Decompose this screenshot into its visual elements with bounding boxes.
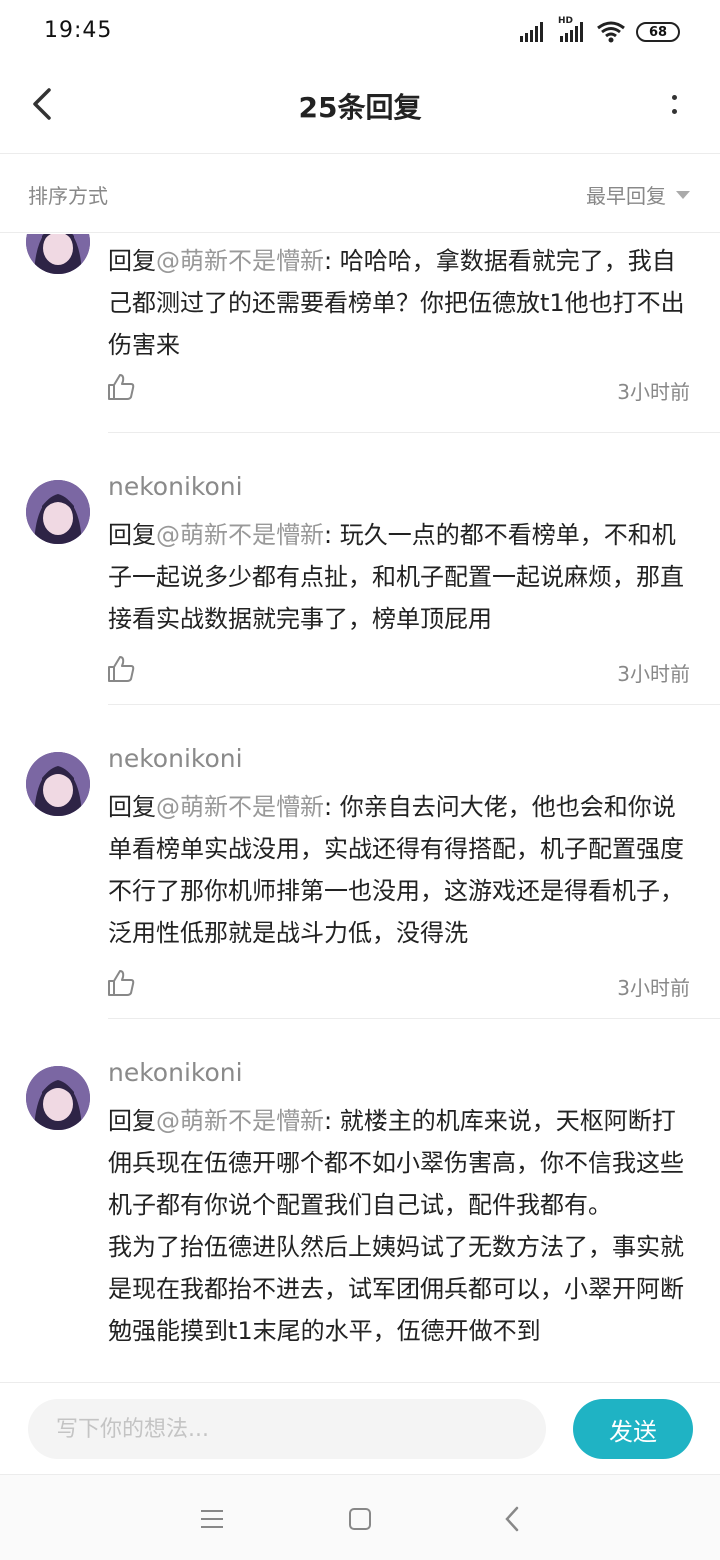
reply-item: nekonikoni 回复@萌新不是懵新: 就楼主的机库来说，天枢阿断打佣兵现在… bbox=[0, 1020, 720, 1382]
back-nav-button[interactable] bbox=[498, 1505, 526, 1533]
divider bbox=[108, 432, 720, 433]
caret-down-icon bbox=[676, 190, 690, 199]
sort-bar: 排序方式 最早回复 bbox=[0, 155, 720, 233]
more-dot-icon bbox=[671, 108, 677, 114]
battery-level: 68 bbox=[648, 24, 668, 40]
divider bbox=[108, 704, 720, 705]
thumbs-up-icon[interactable] bbox=[106, 372, 136, 402]
send-button[interactable]: 发送 bbox=[573, 1399, 693, 1459]
more-dot-icon bbox=[671, 94, 677, 100]
reply-author[interactable]: nekonikoni bbox=[108, 472, 243, 501]
mention-link[interactable]: @萌新不是懵新 bbox=[156, 521, 324, 549]
avatar[interactable] bbox=[26, 234, 90, 274]
status-time: 19:45 bbox=[44, 18, 113, 43]
mention-link[interactable]: @萌新不是懵新 bbox=[156, 793, 324, 821]
avatar[interactable] bbox=[26, 480, 90, 544]
reply-time: 3小时前 bbox=[617, 976, 690, 1000]
sort-label: 排序方式 bbox=[28, 184, 108, 208]
mention-link[interactable]: @萌新不是懵新 bbox=[156, 1107, 324, 1135]
reply-text-continued: 我为了抬伍德进队然后上姨妈试了无数方法了，事实就是现在我都抬不进去，试军团佣兵都… bbox=[108, 1233, 684, 1345]
menu-nav-button[interactable] bbox=[198, 1505, 226, 1533]
reply-content: 回复@萌新不是懵新: 就楼主的机库来说，天枢阿断打佣兵现在伍德开哪个都不如小翠伤… bbox=[108, 1100, 698, 1352]
reply-prefix: 回复 bbox=[108, 1107, 156, 1135]
page-title: 25条回复 bbox=[298, 91, 422, 124]
sort-dropdown[interactable]: 最早回复 bbox=[586, 180, 690, 209]
more-button[interactable] bbox=[662, 86, 686, 122]
reply-prefix: 回复 bbox=[108, 521, 156, 549]
square-icon bbox=[349, 1508, 371, 1530]
reply-prefix: 回复 bbox=[108, 247, 156, 275]
reply-author[interactable]: nekonikoni bbox=[108, 1058, 243, 1087]
app-header: 25条回复 bbox=[0, 64, 720, 154]
comment-bar: 发送 bbox=[0, 1382, 720, 1474]
signal-icon bbox=[520, 22, 543, 42]
comment-input[interactable] bbox=[28, 1399, 546, 1459]
avatar-image bbox=[26, 1066, 90, 1130]
sort-selected: 最早回复 bbox=[586, 184, 666, 208]
screen: 19:45 HD 68 25条回复 排序方式 最早回复 回复@萌新不是懵新: 哈… bbox=[0, 0, 720, 1560]
thumbs-up-icon[interactable] bbox=[106, 654, 136, 684]
divider bbox=[108, 1018, 720, 1019]
reply-item: nekonikoni 回复@萌新不是懵新: 玩久一点的都不看榜单，不和机子一起说… bbox=[0, 434, 720, 706]
reply-time: 3小时前 bbox=[617, 662, 690, 686]
reply-content: 回复@萌新不是懵新: 哈哈哈，拿数据看就完了，我自己都测过了的还需要看榜单？你把… bbox=[108, 240, 698, 366]
thumbs-up-icon[interactable] bbox=[106, 968, 136, 998]
system-nav-bar bbox=[0, 1474, 720, 1560]
signal-hd-icon: HD bbox=[558, 16, 586, 42]
status-icons: HD 68 bbox=[520, 16, 680, 44]
status-bar: 19:45 HD 68 bbox=[0, 0, 720, 64]
reply-item: 回复@萌新不是懵新: 哈哈哈，拿数据看就完了，我自己都测过了的还需要看榜单？你把… bbox=[0, 234, 720, 434]
avatar-image bbox=[26, 752, 90, 816]
chevron-left-icon bbox=[505, 1506, 519, 1532]
reply-time: 3小时前 bbox=[617, 380, 690, 404]
avatar[interactable] bbox=[26, 1066, 90, 1130]
reply-author[interactable]: nekonikoni bbox=[108, 744, 243, 773]
battery-icon: 68 bbox=[636, 22, 680, 42]
avatar-image bbox=[26, 234, 90, 274]
mention-link[interactable]: @萌新不是懵新 bbox=[156, 247, 324, 275]
reply-content: 回复@萌新不是懵新: 玩久一点的都不看榜单，不和机子一起说多少都有点扯，和机子配… bbox=[108, 514, 698, 640]
avatar[interactable] bbox=[26, 752, 90, 816]
home-nav-button[interactable] bbox=[346, 1505, 374, 1533]
reply-list[interactable]: 回复@萌新不是懵新: 哈哈哈，拿数据看就完了，我自己都测过了的还需要看榜单？你把… bbox=[0, 234, 720, 1382]
reply-prefix: 回复 bbox=[108, 793, 156, 821]
menu-icon bbox=[201, 1510, 223, 1528]
wifi-icon bbox=[597, 21, 625, 43]
reply-content: 回复@萌新不是懵新: 你亲自去问大佬，他也会和你说单看榜单实战没用，实战还得有得… bbox=[108, 786, 698, 954]
avatar-image bbox=[26, 480, 90, 544]
reply-item: nekonikoni 回复@萌新不是懵新: 你亲自去问大佬，他也会和你说单看榜单… bbox=[0, 706, 720, 1020]
